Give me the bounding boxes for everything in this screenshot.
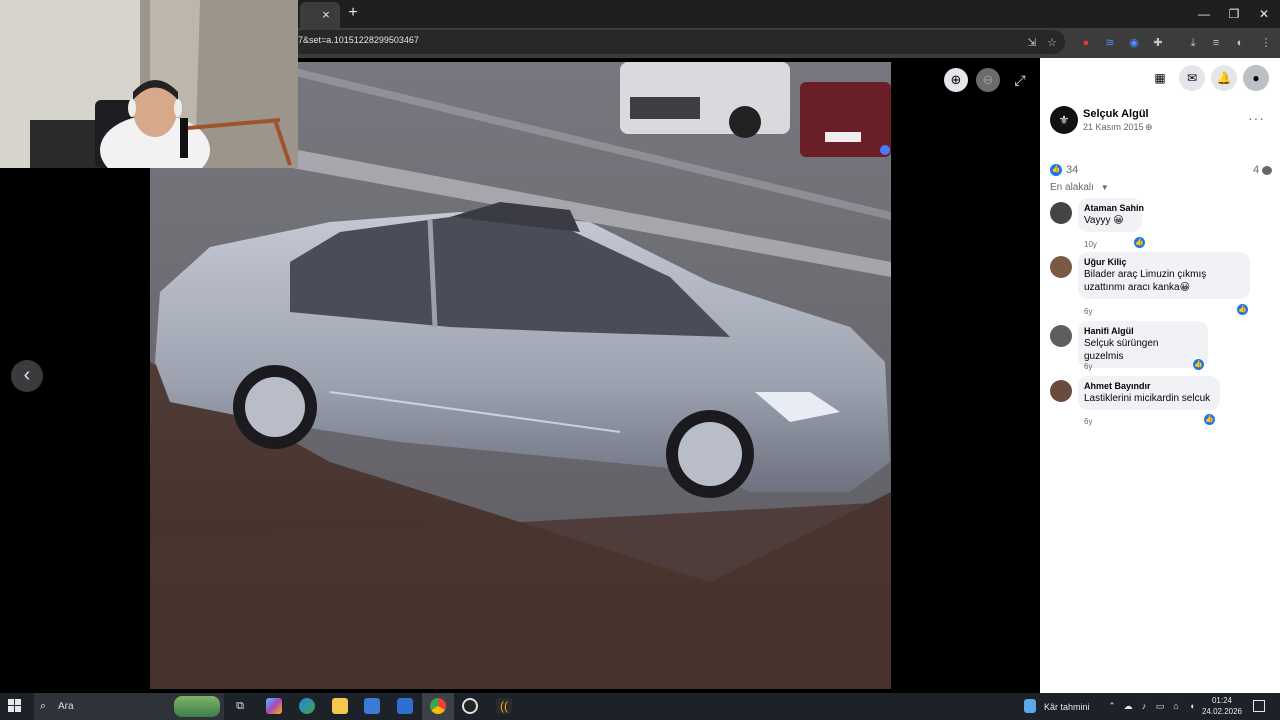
- commenter-name[interactable]: Ataman Sahin: [1084, 203, 1144, 213]
- extension-blue-icon[interactable]: ◉: [1126, 35, 1142, 51]
- notification-center-icon[interactable]: [1253, 700, 1265, 712]
- comment-bubble: Uğur Kiliç Bilader araç Limuzin çıkmış u…: [1078, 252, 1250, 299]
- reading-list-icon[interactable]: ≡: [1208, 35, 1224, 51]
- windows-start-button[interactable]: [8, 699, 22, 713]
- windows-taskbar: ⌕ Ara ⧉ (( Kâr tahmini ⌃ ☁ ♪ ▭ ⌂ ◖ 01:24…: [0, 693, 1280, 720]
- close-window-icon[interactable]: ✕: [1248, 0, 1280, 28]
- like-reaction-icon: 👍: [1050, 164, 1062, 176]
- commenter-avatar[interactable]: [1050, 325, 1072, 347]
- commenter-avatar[interactable]: [1050, 380, 1072, 402]
- new-tab-icon[interactable]: +: [344, 4, 362, 22]
- store-icon[interactable]: [364, 698, 380, 714]
- cloud-icon[interactable]: ☁: [1123, 701, 1133, 711]
- streaming-app-icon[interactable]: ((: [496, 698, 512, 714]
- comment-bubble-icon: [1262, 166, 1272, 175]
- comment-sort-dropdown[interactable]: En alakalı ▼: [1050, 182, 1109, 193]
- author-avatar[interactable]: ⚜: [1050, 106, 1078, 134]
- previous-photo-button[interactable]: ‹: [11, 360, 43, 392]
- comment-text: Bilader araç Limuzin çıkmış uzattınmı ar…: [1084, 269, 1207, 293]
- zoom-out-button[interactable]: ⊖: [976, 68, 1000, 92]
- chrome-icon[interactable]: [430, 698, 446, 714]
- file-explorer-icon[interactable]: [332, 698, 348, 714]
- like-reaction-icon: 👍: [1193, 359, 1204, 370]
- volume-icon[interactable]: ◖: [1187, 701, 1197, 711]
- weather-text[interactable]: Kâr tahmini: [1044, 702, 1090, 712]
- downloads-icon[interactable]: ⤓: [1185, 35, 1201, 51]
- edge-icon[interactable]: [299, 698, 315, 714]
- obs-icon[interactable]: [462, 698, 478, 714]
- comment-time[interactable]: 6y: [1084, 307, 1092, 316]
- search-icon: ⌕: [40, 700, 47, 712]
- zoom-in-button[interactable]: ⊕: [944, 68, 968, 92]
- search-highlight-icon: [174, 696, 220, 717]
- minimize-icon[interactable]: —: [1188, 0, 1220, 28]
- comment-count[interactable]: 4: [1253, 164, 1259, 176]
- comment-time[interactable]: 6y: [1084, 417, 1092, 426]
- display-icon[interactable]: ▭: [1155, 701, 1165, 711]
- like-reaction-icon: 👍: [1204, 414, 1215, 425]
- clock-date: 24.02.2026: [1201, 707, 1243, 716]
- restore-icon[interactable]: ❐: [1218, 0, 1250, 28]
- comment-text: Selçuk sürüngen guzelmis: [1084, 338, 1159, 362]
- comment-bubble: Ahmet Bayındır Lastiklerini micikardin s…: [1078, 376, 1220, 410]
- commenter-name[interactable]: Ahmet Bayındır: [1084, 381, 1212, 391]
- apps-grid-icon[interactable]: ▦: [1147, 65, 1173, 91]
- like-reaction-icon: 👍: [1134, 237, 1145, 248]
- clock-time: 01:24: [1211, 696, 1233, 705]
- network-icon[interactable]: ⌂: [1171, 701, 1181, 711]
- like-count[interactable]: 34: [1066, 164, 1078, 176]
- profile-avatar-icon[interactable]: ◐: [1232, 35, 1248, 51]
- comment-sort-label: En alakalı: [1050, 182, 1094, 193]
- address-url: 7&set=a.10151228299503467: [298, 35, 419, 45]
- comment-bubble: Hanifi Algül Selçuk sürüngen guzelmis: [1078, 321, 1208, 368]
- extension-red-icon[interactable]: ●: [1078, 35, 1094, 51]
- post-date[interactable]: 21 Kasım 2015: [1083, 122, 1144, 132]
- post-side-panel: ▦ ✉ 🔔 ● ⚜ Selçuk Algül 21 Kasım 2015 ⊕ ·…: [1040, 58, 1280, 693]
- weather-icon[interactable]: [1024, 699, 1036, 713]
- copilot-icon[interactable]: [266, 698, 282, 714]
- author-name[interactable]: Selçuk Algül: [1083, 108, 1149, 120]
- microphone-icon[interactable]: ♪: [1139, 701, 1149, 711]
- mail-icon[interactable]: [397, 698, 413, 714]
- messenger-icon[interactable]: ✉: [1179, 65, 1205, 91]
- taskbar-search[interactable]: ⌕ Ara: [34, 693, 224, 720]
- comment-text: Vayyy 😀: [1084, 215, 1124, 226]
- install-app-icon[interactable]: ⇲: [1024, 35, 1040, 51]
- extension-waves-icon[interactable]: ≋: [1102, 35, 1118, 51]
- more-options-icon[interactable]: ···: [1248, 110, 1265, 126]
- taskbar-clock[interactable]: 01:24 24.02.2026: [1200, 695, 1244, 717]
- search-placeholder: Ara: [58, 701, 74, 712]
- public-audience-icon: ⊕: [1145, 122, 1153, 132]
- webcam-image: [0, 0, 298, 168]
- comment-text: Lastiklerini micikardin selcuk: [1084, 393, 1211, 404]
- address-bar[interactable]: 7&set=a.10151228299503467: [290, 30, 1065, 54]
- close-tab-icon[interactable]: ×: [318, 7, 334, 23]
- comment-time[interactable]: 10y: [1084, 240, 1097, 249]
- tray-overflow-icon[interactable]: ⌃: [1107, 701, 1117, 711]
- bookmark-star-icon[interactable]: ☆: [1044, 35, 1060, 51]
- commenter-name[interactable]: Uğur Kiliç: [1084, 257, 1242, 267]
- comment-time[interactable]: 6y: [1084, 362, 1092, 371]
- fullscreen-button[interactable]: ⤢: [1008, 68, 1032, 92]
- notifications-icon[interactable]: 🔔: [1211, 65, 1237, 91]
- task-view-icon[interactable]: ⧉: [234, 701, 246, 712]
- commenter-avatar[interactable]: [1050, 202, 1072, 224]
- browser-tab[interactable]: ×: [300, 2, 340, 28]
- like-reaction-icon: 👍: [1237, 304, 1248, 315]
- commenter-name[interactable]: Hanifi Algül: [1084, 326, 1200, 336]
- comment-bubble: Ataman Sahin Vayyy 😀: [1078, 198, 1144, 232]
- extensions-puzzle-icon[interactable]: ✚: [1150, 35, 1166, 51]
- commenter-avatar[interactable]: [1050, 256, 1072, 278]
- browser-menu-icon[interactable]: ⋮: [1258, 35, 1274, 51]
- account-avatar[interactable]: ●: [1243, 65, 1269, 91]
- webcam-overlay: [0, 0, 298, 168]
- chevron-down-icon: ▼: [1100, 183, 1109, 192]
